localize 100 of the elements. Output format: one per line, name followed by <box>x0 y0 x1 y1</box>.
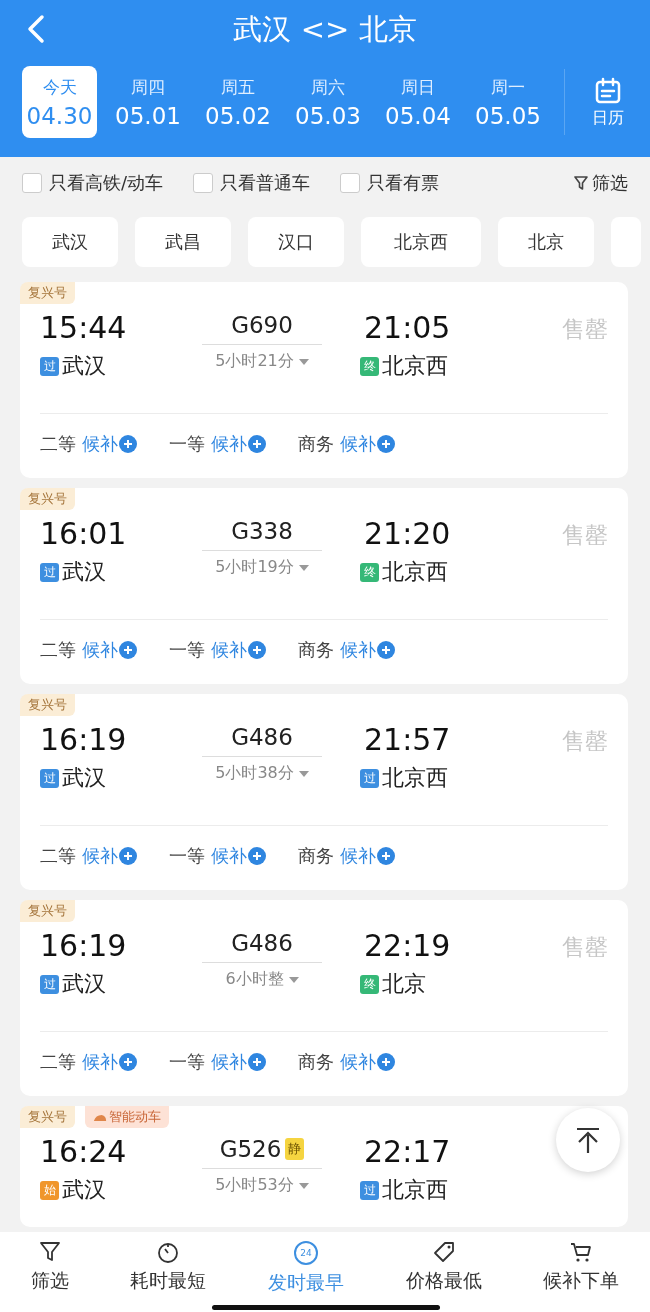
departure-time: 15:44 <box>40 310 128 345</box>
date-tab[interactable]: 周五 05.02 <box>199 66 277 138</box>
departure-station: 武汉 <box>62 1176 106 1204</box>
calendar-button[interactable]: 日历 <box>564 69 650 135</box>
waitlist-link[interactable]: 候补 <box>211 844 266 868</box>
seat-class: 一等 <box>169 638 205 662</box>
duration[interactable]: 5小时53分 <box>215 1175 309 1196</box>
plus-icon <box>248 435 266 453</box>
plus-icon <box>248 1053 266 1071</box>
train-tag: 智能动车 <box>85 1106 169 1128</box>
train-card[interactable]: 复兴号 智能动车 16:24 始 武汉 G526 静 5小时53分 22:17 过 北京西 <box>20 1106 628 1227</box>
train-tag: 复兴号 <box>20 1106 75 1128</box>
filter-icon <box>37 1240 62 1264</box>
cart-icon <box>569 1240 594 1264</box>
seat-class: 二等 <box>40 844 76 868</box>
station-badge: 过 <box>360 768 379 788</box>
station-badge: 终 <box>360 562 379 582</box>
plus-icon <box>119 641 137 659</box>
seat-class: 商务 <box>298 1050 334 1074</box>
departure-station: 武汉 <box>62 764 106 792</box>
plus-icon <box>119 1053 137 1071</box>
station-chip[interactable]: 汉口 <box>248 217 344 267</box>
waitlist-link[interactable]: 候补 <box>82 844 137 868</box>
dropdown-caret-icon <box>298 358 309 365</box>
station-chip[interactable]: 北京 <box>498 217 594 267</box>
plus-icon <box>248 847 266 865</box>
filter-checkbox[interactable]: 只看有票 <box>340 171 440 195</box>
bottom-nav-item[interactable]: 候补下单 <box>543 1240 620 1294</box>
price-tag-icon <box>431 1240 456 1264</box>
bottom-nav-item[interactable]: 24 发时最早 <box>268 1240 344 1296</box>
waitlist-link[interactable]: 候补 <box>340 432 395 456</box>
sold-out-label: 售罄 <box>562 933 608 962</box>
waitlist-link[interactable]: 候补 <box>211 638 266 662</box>
station-badge: 终 <box>360 974 379 994</box>
station-chip[interactable]: 北京西 <box>361 217 481 267</box>
train-tag: 复兴号 <box>20 694 75 716</box>
bottom-nav-item[interactable]: 价格最低 <box>405 1240 482 1294</box>
date-tab[interactable]: 今天 04.30 <box>22 66 97 138</box>
filter-checkbox[interactable]: 只看高铁/动车 <box>22 171 164 195</box>
train-tag: 复兴号 <box>20 282 75 304</box>
dropdown-caret-icon <box>298 564 309 571</box>
back-icon[interactable] <box>26 14 46 44</box>
duration[interactable]: 5小时19分 <box>215 557 309 578</box>
train-card[interactable]: 复兴号 16:19 过 武汉 G486 6小时整 22:19 终 北京 售罄 二等 候补 一等 候补 商务 候补 <box>20 900 628 1096</box>
sold-out-label: 售罄 <box>562 521 608 550</box>
train-tag: 复兴号 <box>20 900 75 922</box>
date-tab[interactable]: 周一 05.05 <box>469 66 547 138</box>
departure-time: 16:19 <box>40 928 128 963</box>
duration[interactable]: 5小时38分 <box>215 763 309 784</box>
station-badge: 过 <box>40 768 59 788</box>
seat-class: 商务 <box>298 432 334 456</box>
seat-class: 二等 <box>40 1050 76 1074</box>
arrival-time: 21:57 <box>363 722 452 757</box>
route-title: 武汉 <> 北京 <box>233 11 417 48</box>
station-chip[interactable]: 武昌 <box>135 217 231 267</box>
bottom-nav-item[interactable]: 筛选 <box>30 1240 69 1294</box>
train-tag: 复兴号 <box>20 488 75 510</box>
train-card[interactable]: 复兴号 16:01 过 武汉 G338 5小时19分 21:20 终 北京西 售罄 二等 候补 一等 候补 商务 候补 <box>20 488 628 684</box>
waitlist-link[interactable]: 候补 <box>82 1050 137 1074</box>
station-badge: 始 <box>40 1180 59 1200</box>
waitlist-link[interactable]: 候补 <box>211 1050 266 1074</box>
dropdown-caret-icon <box>288 976 299 983</box>
waitlist-link[interactable]: 候补 <box>340 1050 395 1074</box>
waitlist-link[interactable]: 候补 <box>211 432 266 456</box>
filter-icon <box>573 175 589 191</box>
plus-icon <box>377 1053 395 1071</box>
train-card[interactable]: 复兴号 15:44 过 武汉 G690 5小时21分 21:05 终 北京西 售罄 二等 候补 一等 候补 商务 候补 <box>20 282 628 478</box>
waitlist-link[interactable]: 候补 <box>340 844 395 868</box>
station-chip[interactable]: 武汉 <box>22 217 118 267</box>
arrival-station: 北京西 <box>382 1176 448 1204</box>
seat-class: 一等 <box>169 844 205 868</box>
date-tab[interactable]: 周六 05.03 <box>289 66 367 138</box>
train-number: G486 <box>231 930 293 956</box>
seat-class: 商务 <box>298 844 334 868</box>
train-card[interactable]: 复兴号 16:19 过 武汉 G486 5小时38分 21:57 过 北京西 售罄 二等 候补 一等 候补 商务 候补 <box>20 694 628 890</box>
arrival-time: 21:05 <box>363 310 452 345</box>
departure-station: 武汉 <box>62 970 106 998</box>
seat-class: 二等 <box>40 432 76 456</box>
dropdown-caret-icon <box>298 770 309 777</box>
seat-class: 商务 <box>298 638 334 662</box>
date-tab[interactable]: 周日 05.04 <box>379 66 457 138</box>
departure-time: 16:19 <box>40 722 128 757</box>
duration[interactable]: 5小时21分 <box>215 351 309 372</box>
timer-icon <box>156 1240 181 1264</box>
plus-icon <box>377 641 395 659</box>
filter-button[interactable]: 筛选 <box>573 171 628 195</box>
waitlist-link[interactable]: 候补 <box>340 638 395 662</box>
arrival-station: 北京西 <box>382 352 448 380</box>
departure-time: 16:24 <box>40 1134 128 1169</box>
date-tab[interactable]: 周四 05.01 <box>109 66 187 138</box>
filter-checkbox[interactable]: 只看普通车 <box>193 171 311 195</box>
bottom-nav-item[interactable]: 耗时最短 <box>130 1240 207 1294</box>
seat-class: 一等 <box>169 432 205 456</box>
station-badge: 过 <box>40 356 59 376</box>
waitlist-link[interactable]: 候补 <box>82 432 137 456</box>
plus-icon <box>377 435 395 453</box>
arrival-station: 北京西 <box>382 558 448 586</box>
train-number: G526 <box>219 1136 282 1162</box>
waitlist-link[interactable]: 候补 <box>82 638 137 662</box>
duration[interactable]: 6小时整 <box>225 969 299 990</box>
